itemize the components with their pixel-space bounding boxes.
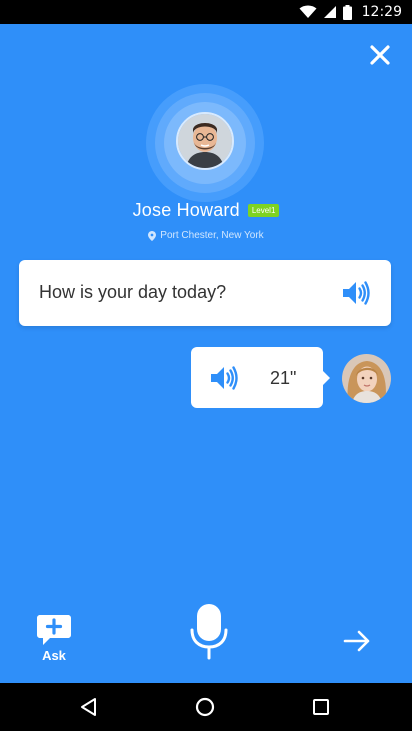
user-avatar-image	[342, 354, 391, 403]
speaker-icon[interactable]	[341, 278, 371, 308]
level-badge: Level1	[247, 204, 280, 217]
ask-label: Ask	[42, 648, 66, 663]
ask-chat-plus-icon	[37, 615, 71, 645]
signal-icon	[323, 6, 336, 18]
close-icon[interactable]	[367, 42, 393, 68]
question-card: How is your day today?	[19, 260, 391, 326]
status-bar: 12:29	[0, 0, 412, 24]
speaker-icon	[211, 366, 238, 390]
status-time: 12:29	[361, 4, 402, 20]
question-text: How is your day today?	[39, 282, 227, 302]
system-nav-bar	[0, 683, 412, 731]
recent-apps-icon[interactable]	[310, 696, 332, 718]
location-pin-icon	[148, 230, 157, 241]
arrow-right-icon[interactable]	[343, 630, 371, 652]
contact-name: Jose Howard	[132, 200, 240, 220]
status-icons: 12:29	[299, 3, 402, 21]
call-screen: Jose Howard Level1 Port Chester, New Yor…	[0, 24, 412, 683]
contact-avatar-image	[178, 114, 232, 168]
contact-location: Port Chester, New York	[160, 230, 264, 241]
microphone-icon[interactable]	[189, 602, 229, 660]
battery-icon	[342, 4, 352, 20]
home-icon[interactable]	[194, 696, 216, 718]
contact-name-row: Jose Howard Level1	[0, 200, 412, 221]
voice-reply-duration: 21"	[270, 368, 297, 388]
contact-avatar[interactable]	[176, 112, 234, 170]
user-avatar[interactable]	[342, 354, 391, 403]
voice-reply-bubble[interactable]: 21"	[191, 347, 330, 408]
ask-button[interactable]: Ask	[36, 614, 74, 664]
back-icon[interactable]	[78, 696, 100, 718]
contact-location-row: Port Chester, New York	[0, 230, 412, 241]
wifi-icon	[299, 5, 317, 18]
